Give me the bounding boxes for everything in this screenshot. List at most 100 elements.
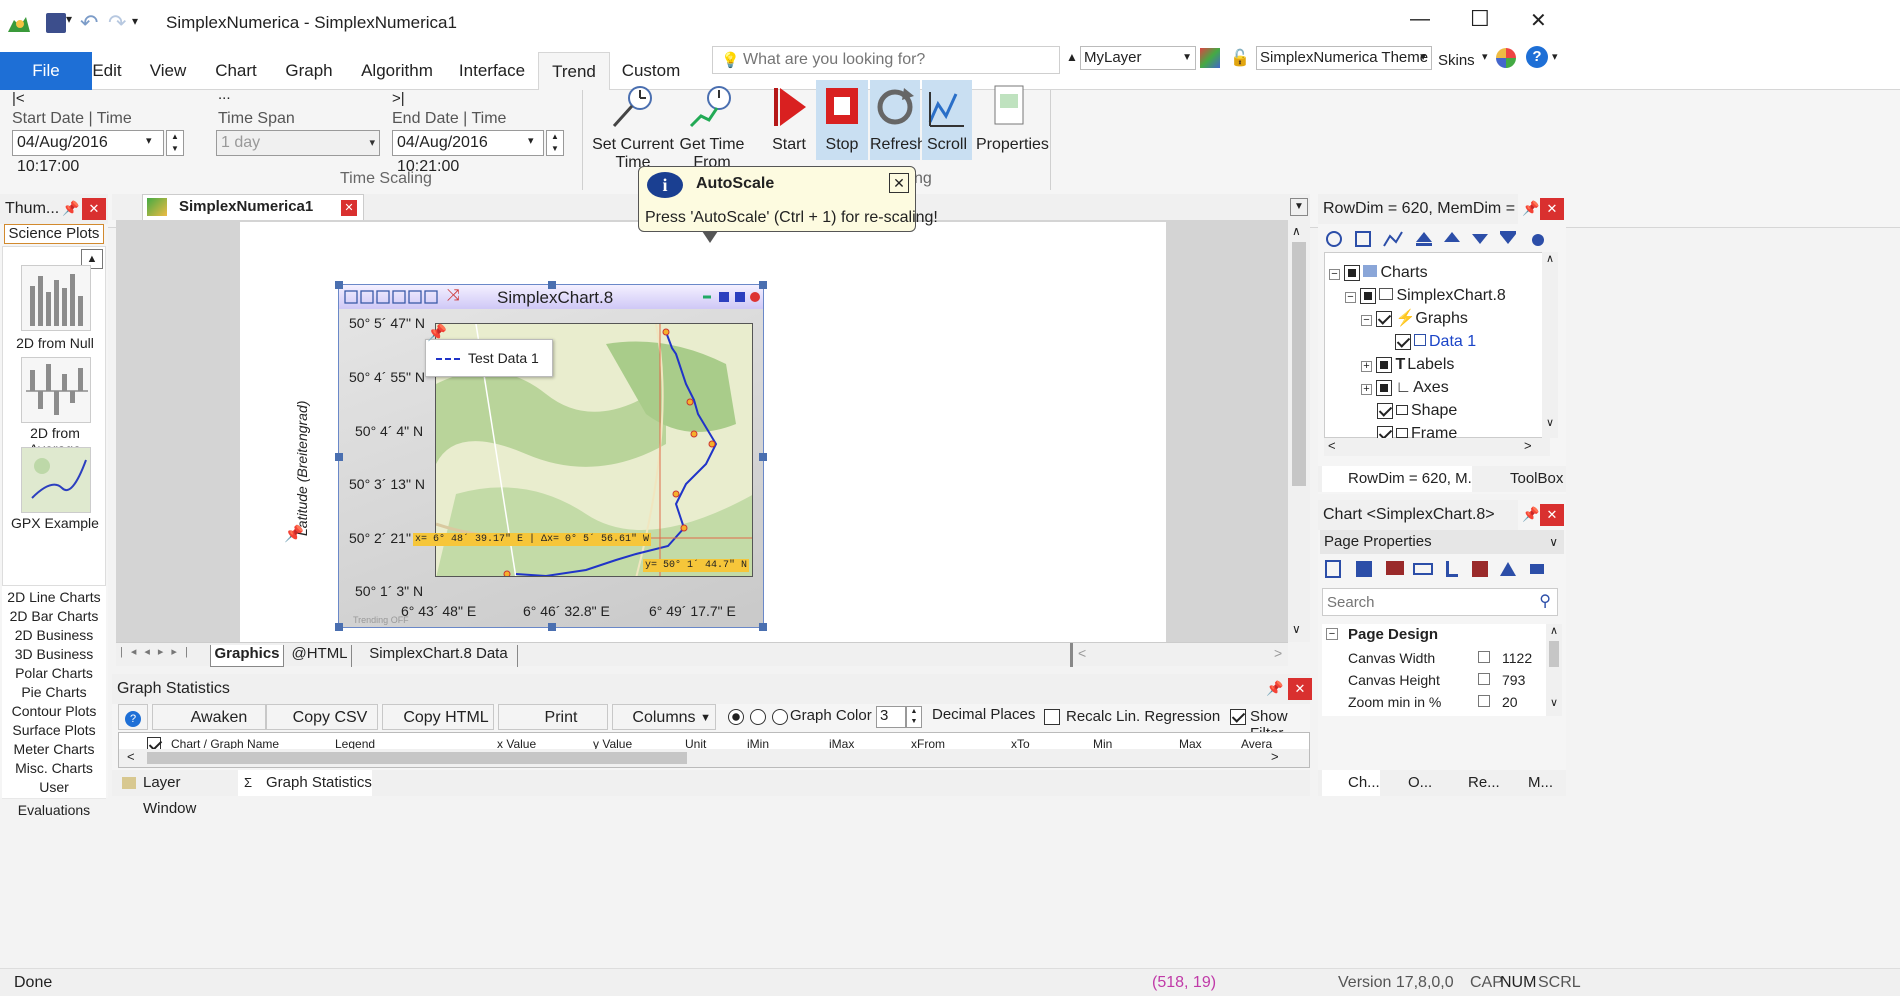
- tree-checkbox[interactable]: [1377, 402, 1393, 419]
- undo-icon[interactable]: ↶: [80, 10, 98, 36]
- collapse-icon[interactable]: −: [1345, 292, 1356, 303]
- close-panel-button[interactable]: ✕: [82, 198, 106, 220]
- radio-option[interactable]: [772, 709, 788, 725]
- tooltip-close-button[interactable]: ✕: [889, 173, 909, 193]
- edit-icon[interactable]: [1478, 651, 1490, 663]
- chart-legend[interactable]: Test Data 1: [425, 339, 553, 377]
- expand-icon[interactable]: +: [1361, 384, 1372, 395]
- start-button[interactable]: Start: [764, 82, 814, 154]
- resize-handle[interactable]: [548, 281, 556, 289]
- tab-graph-statistics[interactable]: Σ Graph Statistics: [238, 770, 372, 796]
- pushpin-icon[interactable]: 📌: [284, 524, 304, 544]
- edit-icon[interactable]: [1478, 673, 1490, 685]
- shrink-icon[interactable]: ⤨: [447, 287, 460, 305]
- section-collapse-icon[interactable]: −: [1326, 628, 1338, 640]
- tree-checkbox[interactable]: [1360, 287, 1377, 304]
- tree-checkbox[interactable]: [1376, 379, 1393, 396]
- palette-icon[interactable]: [1496, 48, 1516, 68]
- chart-toolbar-icons[interactable]: [343, 290, 443, 304]
- copy-html-button[interactable]: Copy HTML: [382, 704, 494, 730]
- file-menu[interactable]: File: [0, 52, 92, 90]
- thumb-gpx-example[interactable]: [21, 447, 91, 513]
- close-tab-button[interactable]: ✕: [341, 200, 357, 216]
- horizontal-scroll-left[interactable]: <: [1078, 645, 1086, 661]
- maximize-button[interactable]: ☐: [1470, 6, 1490, 32]
- tab-toolbox[interactable]: ToolBox: [1486, 466, 1563, 492]
- property-search-input[interactable]: [1327, 592, 1527, 612]
- print-button[interactable]: Print: [498, 704, 608, 730]
- pin-icon[interactable]: 📌: [1522, 506, 1539, 523]
- pin-icon[interactable]: 📌: [1522, 200, 1539, 217]
- minimize-button[interactable]: —: [1410, 8, 1430, 31]
- scroll-down-icon[interactable]: ∨: [1542, 416, 1558, 429]
- scroll-down-icon[interactable]: ∨: [1292, 622, 1301, 636]
- lock-icon[interactable]: 🔓: [1230, 48, 1250, 68]
- tree-checkbox[interactable]: [1344, 264, 1361, 281]
- close-panel-button[interactable]: ✕: [1540, 198, 1564, 220]
- resize-handle[interactable]: [335, 623, 343, 631]
- recalc-checkbox[interactable]: [1044, 709, 1060, 725]
- collapse-ribbon-icon[interactable]: ▲: [1066, 50, 1078, 64]
- close-button[interactable]: ✕: [1530, 8, 1547, 33]
- search-input[interactable]: [743, 49, 1053, 71]
- first-symbol[interactable]: |<: [12, 90, 25, 107]
- scroll-thumb[interactable]: [1549, 641, 1559, 667]
- stop-button[interactable]: Stop: [816, 80, 868, 160]
- sheet-nav-buttons[interactable]: |◂◂▸▸|: [120, 645, 206, 665]
- resize-handle[interactable]: [335, 281, 343, 289]
- scroll-thumb[interactable]: [1292, 242, 1306, 486]
- vertical-scrollbar[interactable]: ∧ ∨: [1288, 220, 1310, 642]
- end-date-spinner[interactable]: ▲ ▼: [546, 130, 564, 156]
- scroll-up-icon[interactable]: ∧: [1546, 624, 1562, 637]
- collapse-icon[interactable]: −: [1329, 269, 1340, 280]
- end-date-field[interactable]: 04/Aug/2016 10:21:00: [392, 130, 544, 175]
- set-current-time-button[interactable]: Set Current Time: [592, 82, 674, 172]
- document-tab[interactable]: SimplexNumerica1 ✕: [142, 194, 364, 220]
- sheet-tab-graphics[interactable]: Graphics: [210, 645, 284, 667]
- property-vscrollbar[interactable]: ∧ ∨: [1546, 624, 1562, 716]
- collapse-icon[interactable]: −: [1361, 315, 1372, 326]
- end-date-dropdown[interactable]: ▾: [528, 134, 534, 147]
- pin-icon[interactable]: 📌: [1266, 680, 1283, 697]
- scroll-thumb[interactable]: [147, 752, 687, 764]
- pushpin-icon[interactable]: 📌: [427, 323, 447, 343]
- help-dropdown-icon[interactable]: ▾: [1552, 50, 1558, 63]
- scroll-right-icon[interactable]: >: [1524, 438, 1532, 453]
- chart-window-icons[interactable]: [701, 290, 761, 304]
- dropdown-icon[interactable]: ▾: [66, 12, 72, 26]
- search-box[interactable]: 💡: [712, 46, 1060, 74]
- stats-grid[interactable]: Chart / Graph Name Legend x Value y Valu…: [118, 732, 1310, 768]
- resize-handle[interactable]: [548, 623, 556, 631]
- scroll-right-icon[interactable]: >: [1271, 749, 1279, 764]
- awaken-button[interactable]: Awaken: [152, 704, 266, 730]
- resize-handle[interactable]: [335, 453, 343, 461]
- tree-hscrollbar[interactable]: < >: [1324, 438, 1550, 456]
- scroll-button[interactable]: Scroll: [922, 80, 972, 160]
- radio-option[interactable]: [750, 709, 766, 725]
- resize-handle[interactable]: [759, 623, 767, 631]
- span-symbol[interactable]: ...: [218, 86, 231, 103]
- property-value[interactable]: 1122: [1502, 650, 1532, 666]
- close-panel-button[interactable]: ✕: [1288, 678, 1312, 700]
- start-date-spinner[interactable]: ▲ ▼: [166, 130, 184, 156]
- last-symbol[interactable]: >|: [392, 90, 405, 107]
- start-date-field[interactable]: 04/Aug/2016 10:17:00: [12, 130, 164, 175]
- properties-button[interactable]: Properties: [976, 82, 1049, 154]
- tab-list-dropdown[interactable]: ▼: [1290, 198, 1308, 216]
- menu-chart[interactable]: Chart: [208, 52, 264, 90]
- skins-dropdown-icon[interactable]: ▾: [1482, 50, 1488, 63]
- tab-m[interactable]: M...: [1506, 770, 1553, 796]
- customize-qat-icon[interactable]: ▾: [132, 14, 138, 28]
- thumb-2d-null[interactable]: [21, 265, 91, 331]
- category-select[interactable]: Science Plots: [4, 224, 104, 244]
- span-field[interactable]: 1 day ▾: [216, 130, 380, 156]
- thumb-2d-average[interactable]: [21, 357, 91, 423]
- close-panel-button[interactable]: ✕: [1540, 504, 1564, 526]
- layer-select[interactable]: MyLayer ▼: [1080, 46, 1196, 70]
- resize-handle[interactable]: [759, 281, 767, 289]
- tree-checkbox[interactable]: [1395, 333, 1411, 350]
- tab-o[interactable]: O...: [1384, 770, 1432, 796]
- theme-select[interactable]: SimplexNumerica Theme ▼: [1256, 46, 1432, 70]
- expand-icon[interactable]: +: [1361, 361, 1372, 372]
- property-category-select[interactable]: Page Properties ∨: [1320, 530, 1564, 554]
